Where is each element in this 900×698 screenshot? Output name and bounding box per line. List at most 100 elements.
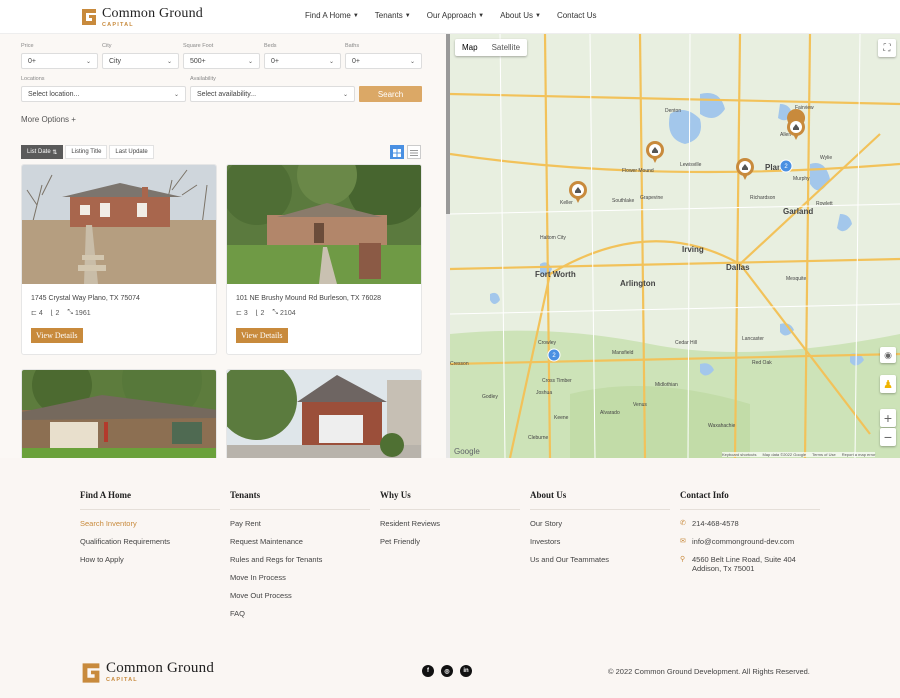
map-data-note: Map data ©2022 Google: [762, 452, 807, 457]
footer-link[interactable]: Move Out Process: [230, 591, 370, 600]
location-pin-icon: ⚲: [680, 556, 686, 563]
footer-link[interactable]: Rules and Regs for Tenants: [230, 555, 370, 564]
sort-icon: ⇅: [52, 149, 58, 156]
availability-value: Select availability...: [197, 90, 257, 98]
listing-photo[interactable]: [22, 370, 216, 458]
listing-photo[interactable]: [227, 370, 421, 458]
contact-email[interactable]: info@commonground-dev.com: [692, 537, 794, 546]
nav-about-us[interactable]: About Us ▼: [500, 11, 541, 20]
location-select[interactable]: Select location... ⌄: [21, 86, 186, 102]
city-select[interactable]: City ⌄: [102, 53, 179, 69]
zoom-out-button[interactable]: −: [880, 428, 896, 446]
baths-label: Baths: [345, 43, 360, 49]
listing-specs: ⊏ 3 ⌊ 2 ⤡ 2104: [236, 309, 296, 317]
footer-link[interactable]: FAQ: [230, 609, 370, 618]
baths-select[interactable]: 0+ ⌄: [345, 53, 422, 69]
footer-link[interactable]: Pet Friendly: [380, 537, 520, 546]
footer-link[interactable]: Request Maintenance: [230, 537, 370, 546]
beds-label: Beds: [264, 43, 277, 49]
map-canvas[interactable]: DentonLewisvilleFlower Mound PlanoAllenFa…: [450, 34, 900, 458]
chevron-down-icon: ⌄: [85, 58, 91, 65]
bed-icon: ⊏: [31, 310, 37, 317]
map-city-label: Rowlett: [816, 201, 833, 207]
city-label: City: [102, 43, 112, 49]
brand-logo[interactable]: Common Ground CAPITAL: [80, 7, 203, 29]
my-location-icon[interactable]: ◉: [880, 347, 896, 363]
keyboard-shortcuts-link[interactable]: Keyboard shortcuts: [722, 452, 756, 457]
contact-phone[interactable]: 214-468-4578: [692, 519, 739, 528]
sort-tab-listing-title[interactable]: Listing Title: [65, 145, 108, 159]
bath-icon: ⌊: [50, 310, 54, 317]
map-city-label: Denton: [665, 108, 681, 114]
price-value: 0+: [28, 57, 36, 65]
price-select[interactable]: 0+ ⌄: [21, 53, 98, 69]
listing-card[interactable]: [226, 369, 422, 458]
map-city-label: Crowley: [538, 340, 557, 346]
terms-link[interactable]: Terms of Use: [812, 452, 836, 457]
site-header: Common Ground CAPITAL Find A Home ▼ Tenan…: [0, 0, 900, 34]
nav-label: Contact Us: [556, 11, 597, 20]
linkedin-icon[interactable]: in: [460, 665, 472, 677]
footer-link[interactable]: Pay Rent: [230, 519, 370, 528]
map-city-label: Fort Worth: [535, 270, 576, 279]
map-city-label: Flower Mound: [622, 168, 654, 174]
availability-select[interactable]: Select availability... ⌄: [190, 86, 355, 102]
fullscreen-icon[interactable]: ⛶: [878, 39, 896, 57]
listing-address: 101 NE Brushy Mound Rd Burleson, TX 7602…: [236, 295, 382, 302]
map-view[interactable]: Denton Lewisville Flower Mound Plano Allen Fa…: [450, 34, 900, 458]
sort-tab-last-update[interactable]: Last Update: [109, 145, 154, 159]
footer-link[interactable]: Resident Reviews: [380, 519, 520, 528]
view-details-button[interactable]: View Details: [31, 328, 83, 343]
facebook-icon[interactable]: f: [422, 665, 434, 677]
beds-select[interactable]: 0+ ⌄: [264, 53, 341, 69]
footer-col-contact: Contact Info ✆ 214-468-4578 ✉ info@commong…: [680, 490, 820, 573]
listing-card[interactable]: [21, 369, 217, 458]
footer-link[interactable]: Move In Process: [230, 573, 370, 582]
bed-icon: ⊏: [236, 310, 242, 317]
map-city-label: Grapevine: [640, 195, 663, 201]
street-view-icon[interactable]: ♟: [880, 375, 896, 393]
bath-icon: ⌊: [255, 310, 259, 317]
map-type-satellite[interactable]: Satellite: [485, 39, 527, 56]
report-error-link[interactable]: Report a map error: [842, 452, 876, 457]
listing-card[interactable]: 1745 Crystal Way Plano, TX 75074 ⊏ 4 ⌊ 2 ⤡…: [21, 164, 217, 355]
footer-link[interactable]: Qualification Requirements: [80, 537, 220, 546]
map-city-label: Red Oak: [752, 360, 772, 366]
footer-link[interactable]: How to Apply: [80, 555, 220, 564]
listing-photo[interactable]: [227, 165, 421, 284]
listing-photo[interactable]: [22, 165, 216, 284]
footer-brand-logo[interactable]: Common Ground CAPITAL: [80, 661, 214, 687]
search-button[interactable]: Search: [359, 86, 422, 102]
sort-tab-list-date[interactable]: List Date ⇅: [21, 145, 64, 159]
grid-view-icon[interactable]: [390, 145, 404, 159]
nav-find-a-home[interactable]: Find A Home ▼: [305, 11, 359, 20]
nav-tenants[interactable]: Tenants ▼: [375, 11, 411, 20]
map-city-label: Murphy: [793, 176, 810, 182]
map-type-toggle: Map Satellite: [455, 39, 528, 56]
list-view-icon[interactable]: [407, 145, 421, 159]
nav-our-approach[interactable]: Our Approach ▼: [427, 11, 484, 20]
map-city-label: Godley: [482, 394, 498, 400]
nav-contact-us[interactable]: Contact Us: [557, 11, 597, 20]
brand-name: Common Ground: [102, 6, 203, 21]
view-details-button[interactable]: View Details: [236, 328, 288, 343]
sqft-select[interactable]: 500+ ⌄: [183, 53, 260, 69]
map-city-label: Keller: [560, 200, 573, 206]
more-options-link[interactable]: More Options +: [21, 115, 76, 124]
map-type-map[interactable]: Map: [455, 39, 485, 56]
listing-card[interactable]: 101 NE Brushy Mound Rd Burleson, TX 7602…: [226, 164, 422, 355]
footer-link[interactable]: Our Story: [530, 519, 670, 528]
footer-link[interactable]: Us and Our Teammates: [530, 555, 670, 564]
map-city-label: Southlake: [612, 198, 634, 204]
listing-specs: ⊏ 4 ⌊ 2 ⤡ 1961: [31, 309, 91, 317]
footer-link[interactable]: Investors: [530, 537, 670, 546]
footer-col-why-us: Why Us Resident Reviews Pet Friendly: [380, 490, 520, 546]
footer-link[interactable]: Search Inventory: [80, 519, 220, 528]
baths-count: 2: [55, 309, 60, 317]
chevron-down-icon: ⌄: [342, 91, 348, 98]
zoom-in-button[interactable]: +: [880, 409, 896, 427]
beds-value: 0+: [271, 57, 279, 65]
instagram-icon[interactable]: ◎: [441, 665, 453, 677]
brand-name: Common Ground: [106, 660, 215, 676]
location-value: Select location...: [28, 90, 80, 98]
